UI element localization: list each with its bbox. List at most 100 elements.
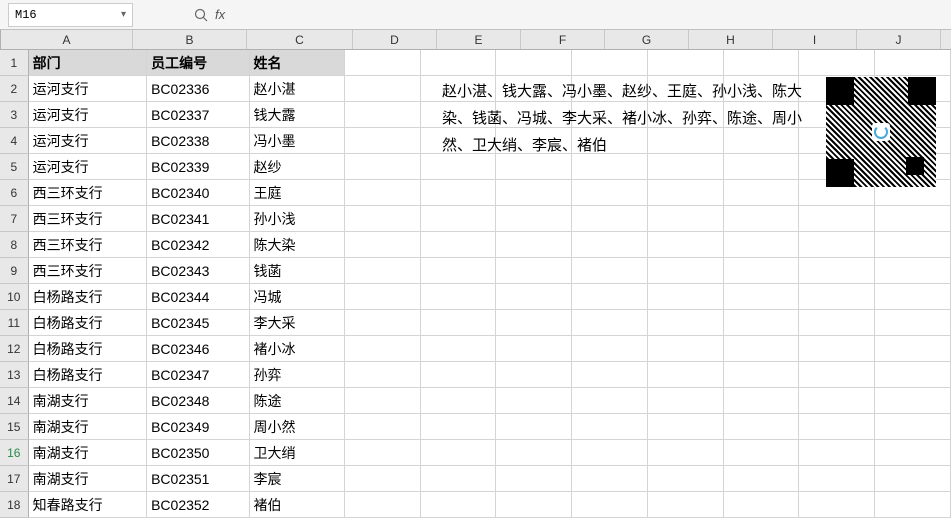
cell-E15[interactable] — [421, 414, 497, 440]
cell-D10[interactable] — [345, 284, 421, 310]
cell-B12[interactable]: BC02346 — [147, 336, 249, 362]
cell-B16[interactable]: BC02350 — [147, 440, 249, 466]
cell-D11[interactable] — [345, 310, 421, 336]
cell-C5[interactable]: 赵纱 — [250, 154, 345, 180]
row-header-7[interactable]: 7 — [0, 206, 29, 232]
cell-E12[interactable] — [421, 336, 497, 362]
cell-J9[interactable] — [799, 258, 875, 284]
cell-A9[interactable]: 西三环支行 — [29, 258, 147, 284]
cell-G16[interactable] — [572, 440, 648, 466]
cell-A5[interactable]: 运河支行 — [29, 154, 147, 180]
row-header-14[interactable]: 14 — [0, 388, 29, 414]
column-header-I[interactable]: I — [773, 30, 857, 49]
cell-C16[interactable]: 卫大绡 — [250, 440, 345, 466]
cell-F16[interactable] — [496, 440, 572, 466]
cell-J17[interactable] — [799, 466, 875, 492]
cell-F12[interactable] — [496, 336, 572, 362]
cell-C9[interactable]: 钱菡 — [250, 258, 345, 284]
cell-K3[interactable] — [875, 102, 951, 128]
cell-D14[interactable] — [345, 388, 421, 414]
cell-B7[interactable]: BC02341 — [147, 206, 249, 232]
column-header-E[interactable]: E — [437, 30, 521, 49]
row-header-13[interactable]: 13 — [0, 362, 29, 388]
cell-H4[interactable] — [648, 128, 724, 154]
cell-D3[interactable] — [345, 102, 421, 128]
cell-K18[interactable] — [875, 492, 951, 518]
row-header-8[interactable]: 8 — [0, 232, 29, 258]
cell-J10[interactable] — [799, 284, 875, 310]
cell-F4[interactable] — [496, 128, 572, 154]
cell-I7[interactable] — [724, 206, 800, 232]
cell-C6[interactable]: 王庭 — [250, 180, 345, 206]
cell-C2[interactable]: 赵小湛 — [250, 76, 345, 102]
cell-F1[interactable] — [496, 50, 572, 76]
cell-A7[interactable]: 西三环支行 — [29, 206, 147, 232]
cell-I4[interactable] — [724, 128, 800, 154]
cell-I16[interactable] — [724, 440, 800, 466]
cell-J18[interactable] — [799, 492, 875, 518]
cell-G4[interactable] — [572, 128, 648, 154]
cell-K10[interactable] — [875, 284, 951, 310]
cell-I2[interactable] — [724, 76, 800, 102]
cell-K7[interactable] — [875, 206, 951, 232]
cell-H14[interactable] — [648, 388, 724, 414]
row-header-9[interactable]: 9 — [0, 258, 29, 284]
cell-A3[interactable]: 运河支行 — [29, 102, 147, 128]
cell-H18[interactable] — [648, 492, 724, 518]
cell-H10[interactable] — [648, 284, 724, 310]
cell-E14[interactable] — [421, 388, 497, 414]
cell-A1[interactable]: 部门 — [29, 50, 147, 76]
formula-input[interactable] — [231, 3, 415, 27]
cell-I12[interactable] — [724, 336, 800, 362]
cell-F14[interactable] — [496, 388, 572, 414]
cell-K4[interactable] — [875, 128, 951, 154]
cell-E16[interactable] — [421, 440, 497, 466]
cell-E1[interactable] — [421, 50, 497, 76]
cell-H9[interactable] — [648, 258, 724, 284]
row-header-11[interactable]: 11 — [0, 310, 29, 336]
column-header-A[interactable]: A — [1, 30, 133, 49]
cell-C8[interactable]: 陈大染 — [250, 232, 345, 258]
row-header-5[interactable]: 5 — [0, 154, 29, 180]
cell-H16[interactable] — [648, 440, 724, 466]
cell-J7[interactable] — [799, 206, 875, 232]
cell-I10[interactable] — [724, 284, 800, 310]
cell-D13[interactable] — [345, 362, 421, 388]
cell-B2[interactable]: BC02336 — [147, 76, 249, 102]
cell-G18[interactable] — [572, 492, 648, 518]
cell-K11[interactable] — [875, 310, 951, 336]
cell-H11[interactable] — [648, 310, 724, 336]
cell-A4[interactable]: 运河支行 — [29, 128, 147, 154]
cell-H2[interactable] — [648, 76, 724, 102]
cell-K2[interactable] — [875, 76, 951, 102]
fx-label[interactable]: fx — [215, 7, 225, 22]
cell-H8[interactable] — [648, 232, 724, 258]
row-header-17[interactable]: 17 — [0, 466, 29, 492]
cell-G14[interactable] — [572, 388, 648, 414]
cell-B8[interactable]: BC02342 — [147, 232, 249, 258]
cell-J2[interactable] — [799, 76, 875, 102]
cell-I11[interactable] — [724, 310, 800, 336]
cell-C18[interactable]: 褚伯 — [250, 492, 345, 518]
cell-I14[interactable] — [724, 388, 800, 414]
cell-I5[interactable] — [724, 154, 800, 180]
cell-K16[interactable] — [875, 440, 951, 466]
cell-B5[interactable]: BC02339 — [147, 154, 249, 180]
cell-G6[interactable] — [572, 180, 648, 206]
cell-K9[interactable] — [875, 258, 951, 284]
cell-F13[interactable] — [496, 362, 572, 388]
cell-J4[interactable] — [799, 128, 875, 154]
cell-F18[interactable] — [496, 492, 572, 518]
cell-B6[interactable]: BC02340 — [147, 180, 249, 206]
row-header-6[interactable]: 6 — [0, 180, 29, 206]
cell-D9[interactable] — [345, 258, 421, 284]
cell-H3[interactable] — [648, 102, 724, 128]
cell-G3[interactable] — [572, 102, 648, 128]
cell-D5[interactable] — [345, 154, 421, 180]
cell-B17[interactable]: BC02351 — [147, 466, 249, 492]
cell-H7[interactable] — [648, 206, 724, 232]
cell-B14[interactable]: BC02348 — [147, 388, 249, 414]
cell-F11[interactable] — [496, 310, 572, 336]
cell-D4[interactable] — [345, 128, 421, 154]
cell-K17[interactable] — [875, 466, 951, 492]
